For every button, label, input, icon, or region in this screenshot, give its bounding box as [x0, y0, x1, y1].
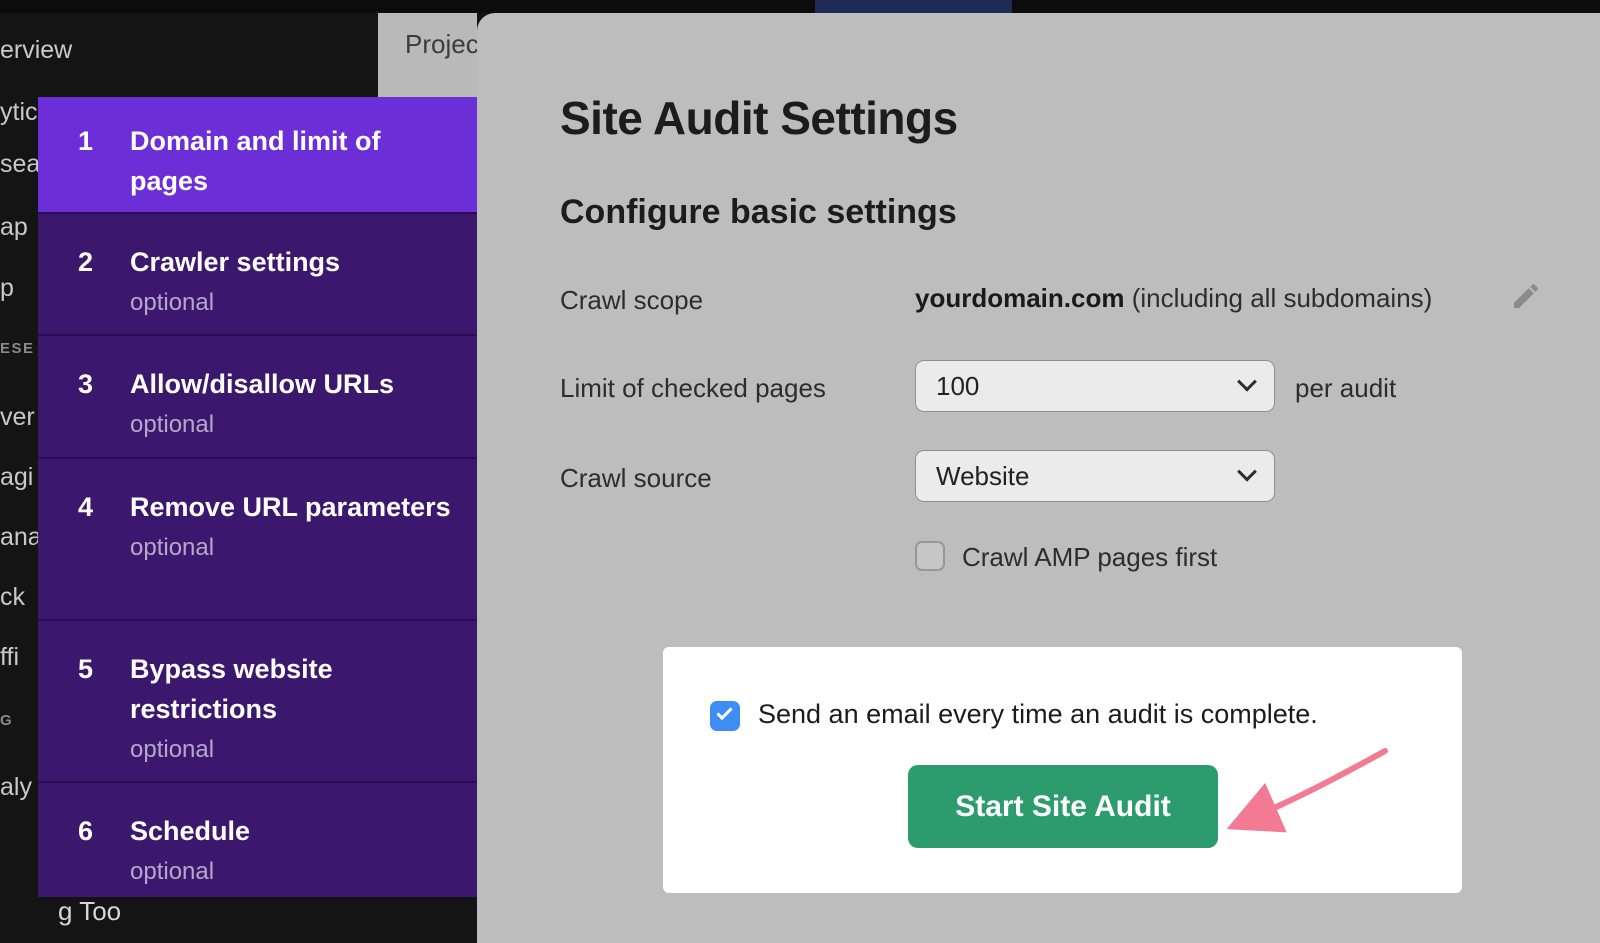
sidebar-item[interactable]: ap — [0, 213, 28, 242]
step-optional-label: optional — [130, 736, 453, 764]
step-allow-disallow-urls[interactable]: 3 Allow/disallow URLs optional — [38, 334, 477, 457]
limit-select-value: 100 — [936, 371, 979, 402]
section-title: Configure basic settings — [560, 193, 957, 232]
checkmark-icon — [716, 704, 732, 720]
crawl-source-label: Crawl source — [560, 463, 712, 494]
sidebar-item[interactable]: ck — [0, 583, 25, 612]
sidebar-item[interactable]: ytic — [0, 98, 38, 127]
limit-label: Limit of checked pages — [560, 373, 826, 404]
per-audit-label: per audit — [1295, 373, 1396, 404]
step-optional-label: optional — [130, 534, 453, 562]
step-title: Allow/disallow URLs — [130, 364, 453, 404]
crawl-amp-checkbox[interactable] — [915, 541, 945, 571]
background-projects-tab[interactable]: Projec — [378, 13, 477, 97]
step-schedule[interactable]: 6 Schedule optional — [38, 781, 477, 897]
sidebar-item[interactable]: sea — [0, 150, 40, 179]
step-domain-and-limit[interactable]: 1 Domain and limit of pages — [38, 97, 477, 212]
sidebar-item[interactable]: ver — [0, 403, 35, 432]
crawl-scope-label: Crawl scope — [560, 285, 703, 316]
start-site-audit-button[interactable]: Start Site Audit — [908, 765, 1218, 848]
step-title: Bypass website restrictions — [130, 649, 453, 729]
step-optional-label: optional — [130, 858, 453, 886]
crawl-scope-subdomains: (including all subdomains) — [1124, 283, 1432, 313]
step-optional-label: optional — [130, 289, 453, 317]
step-number: 3 — [38, 364, 130, 457]
email-notify-checkbox[interactable] — [710, 701, 740, 731]
chevron-down-icon — [1237, 372, 1257, 392]
screen: E RESEARCH erview ytic sea ap p ESE ver … — [0, 0, 1600, 943]
limit-select[interactable]: 100 — [915, 360, 1275, 412]
crawl-source-value: Website — [936, 461, 1029, 492]
sidebar-item[interactable]: agi — [0, 463, 33, 492]
sidebar-item[interactable]: p — [0, 274, 14, 303]
chevron-down-icon — [1237, 462, 1257, 482]
step-title: Schedule — [130, 811, 453, 851]
step-bypass-website-restrictions[interactable]: 5 Bypass website restrictions optional — [38, 619, 477, 781]
crawl-amp-label: Crawl AMP pages first — [962, 542, 1217, 573]
step-title: Remove URL parameters — [130, 487, 453, 527]
step-optional-label: optional — [130, 411, 453, 439]
top-bar — [0, 0, 1600, 13]
step-number: 5 — [38, 649, 130, 781]
sidebar-item[interactable]: erview — [0, 36, 72, 65]
crawl-scope-value: yourdomain.com (including all subdomains… — [915, 283, 1432, 314]
sidebar-item-link-building-tool[interactable]: g Too — [58, 896, 121, 927]
sidebar-section-label: G — [0, 712, 13, 729]
site-audit-settings-modal: Site Audit Settings Configure basic sett… — [477, 13, 1600, 943]
step-title: Domain and limit of pages — [130, 121, 453, 201]
crawl-scope-domain: yourdomain.com — [915, 283, 1124, 313]
step-number: 4 — [38, 487, 130, 619]
email-notify-label: Send an email every time an audit is com… — [758, 699, 1318, 730]
sidebar-item[interactable]: ana — [0, 523, 42, 552]
step-number: 2 — [38, 242, 130, 334]
header-accent — [815, 0, 1012, 13]
sidebar-item[interactable]: ffi — [0, 643, 19, 672]
step-number: 1 — [38, 121, 130, 212]
edit-pencil-icon[interactable] — [1510, 280, 1542, 312]
step-remove-url-parameters[interactable]: 4 Remove URL parameters optional — [38, 457, 477, 619]
sidebar-section-label: ESE — [0, 340, 35, 357]
projects-tab-label: Projec — [405, 29, 479, 60]
modal-title: Site Audit Settings — [560, 91, 958, 145]
spotlight-panel: Send an email every time an audit is com… — [663, 647, 1462, 893]
crawl-source-select[interactable]: Website — [915, 450, 1275, 502]
settings-stepper: 1 Domain and limit of pages 2 Crawler se… — [38, 97, 477, 897]
step-title: Crawler settings — [130, 242, 453, 282]
sidebar-item[interactable]: aly — [0, 773, 32, 802]
step-crawler-settings[interactable]: 2 Crawler settings optional — [38, 212, 477, 334]
step-number: 6 — [38, 811, 130, 897]
